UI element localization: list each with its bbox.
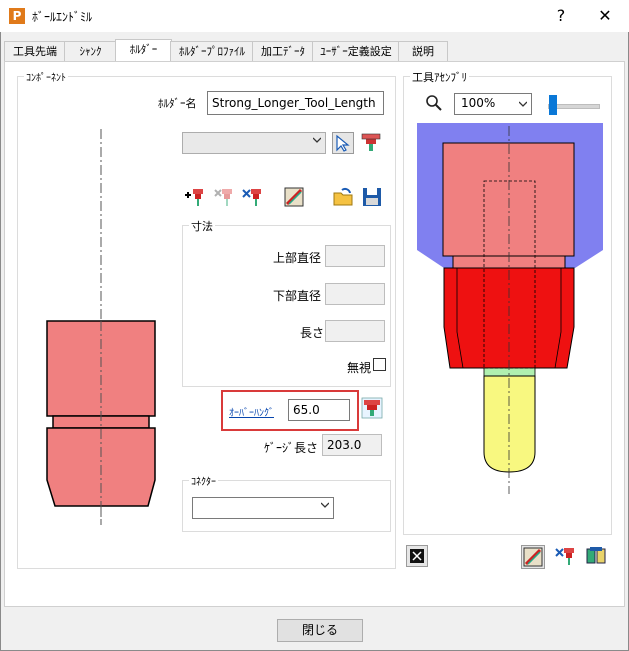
holder-library-select[interactable] [182,132,326,154]
holder-db-icon [523,547,543,567]
component-group-label: ｺﾝﾎﾟｰﾈﾝﾄ [24,69,68,84]
dimensions-group-label: 寸法 [189,218,215,234]
lower-diameter-input[interactable] [325,283,385,305]
assembly-preview [417,123,603,494]
assembly-parts-button[interactable] [585,545,607,567]
assembly-edit-button[interactable] [554,545,576,567]
tab-user-settings[interactable]: ﾕｰｻﾞｰ定義設定 [312,41,400,61]
edit-holder-icon [242,189,261,206]
save-icon [363,188,381,206]
zoom-slider-thumb[interactable] [549,95,557,115]
holder-db-icon [361,133,381,151]
help-button[interactable]: ? [541,4,581,28]
holder-db-icon [284,187,304,207]
overhang-holder-button[interactable] [361,397,383,419]
tab-strip: 工具先端 ｼｬﾝｸ ﾎﾙﾀﾞｰ ﾎﾙﾀﾞｰﾌﾟﾛﾌｧｲﾙ 加工ﾃﾞｰﾀ ﾕｰｻﾞ… [4,39,623,63]
close-window-button[interactable]: ✕ [585,4,625,28]
add-holder-icon [185,189,203,206]
chevron-down-icon [313,137,321,143]
ignore-checkbox[interactable] [373,358,386,371]
holder-preview [46,129,156,525]
remove-holder-button[interactable] [212,186,234,208]
close-button[interactable]: 閉じる [277,619,363,642]
fit-view-button[interactable] [406,545,428,567]
pick-holder-button[interactable] [332,132,354,154]
holder-name-input[interactable]: Strong_Longer_Tool_Length [207,91,384,115]
title-bar: P ﾎﾞｰﾙｴﾝﾄﾞﾐﾙ ? ✕ [0,0,629,32]
gauge-length-label: ｹﾞｰｼﾞ長さ [264,441,319,455]
tool-assembly-group-label: 工具ｱｾﾝﾌﾞﾘ [410,69,469,85]
gauge-length-input[interactable]: 203.0 [322,434,382,456]
zoom-icon [426,95,442,111]
tab-tool-tip[interactable]: 工具先端 [4,41,66,61]
zoom-select[interactable]: 100% [454,93,532,115]
assembly-parts-icon [586,547,606,564]
pick-icon [336,134,350,152]
remove-holder-icon [214,189,232,206]
fit-view-icon [410,549,424,563]
tab-cutting-data[interactable]: 加工ﾃﾞｰﾀ [252,41,314,61]
ignore-label: 無視 [347,361,372,375]
holder-name-label: ﾎﾙﾀﾞｰ名 [158,97,197,110]
chevron-down-icon [519,101,527,107]
tab-description[interactable]: 説明 [398,41,448,61]
overhang-link[interactable]: ｵｰﾊﾞｰﾊﾝｸﾞ [229,404,274,419]
connector-select[interactable] [192,497,334,519]
window-title: ﾎﾞｰﾙｴﾝﾄﾞﾐﾙ [32,10,93,24]
holder-db-icon [361,397,383,419]
lower-diameter-label: 下部直径 [273,289,322,303]
chevron-down-icon [321,502,329,508]
tab-holder-profile[interactable]: ﾎﾙﾀﾞｰﾌﾟﾛﾌｧｲﾙ [170,41,254,61]
open-folder-icon [333,187,353,206]
edit-holder-button[interactable] [241,186,263,208]
holder-database-button[interactable] [283,186,305,208]
edit-holder-icon [555,548,574,565]
length-input[interactable] [325,320,385,342]
upper-diameter-input[interactable] [325,245,385,267]
tab-shank[interactable]: ｼｬﾝｸ [64,41,117,61]
add-holder-button[interactable] [183,186,205,208]
length-label: 長さ [300,326,325,340]
save-holder-button[interactable] [361,186,383,208]
assembly-db-button[interactable] [521,545,545,569]
open-holder-button[interactable] [332,186,354,208]
holder-library-button[interactable] [360,132,382,154]
overhang-input[interactable]: 65.0 [288,399,350,421]
tab-holder[interactable]: ﾎﾙﾀﾞｰ [115,39,172,63]
connector-group-label: ｺﾈｸﾀｰ [189,473,218,488]
upper-diameter-label: 上部直径 [273,251,322,265]
app-icon: P [9,8,25,24]
